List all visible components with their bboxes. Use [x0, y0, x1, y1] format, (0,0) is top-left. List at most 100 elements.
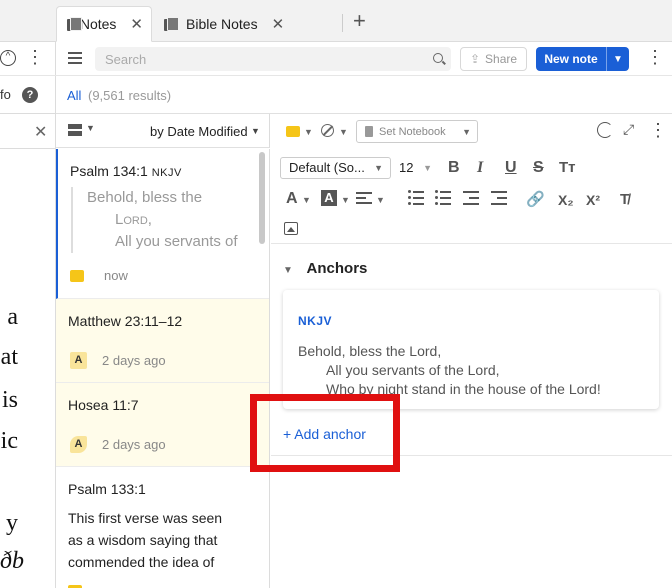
divider — [342, 14, 343, 32]
sticky-note-icon — [70, 270, 84, 282]
new-note-label: New note — [544, 52, 598, 66]
anchor-version[interactable]: NKJV — [298, 314, 332, 328]
bullet-list-icon[interactable] — [408, 190, 424, 205]
chevron-down-icon[interactable]: ▼ — [86, 123, 95, 133]
app-root: ^ ⋮ fo ? ✕ a at is ic y ðb Notes ✕ Bible… — [0, 0, 672, 588]
chevron-down-icon: ▼ — [374, 163, 383, 173]
reading-text-fragment: a — [7, 304, 18, 330]
tab-label: Notes — [79, 16, 117, 32]
notebook-label: Set Notebook — [379, 125, 446, 138]
body-line: as a wisdom saying that — [68, 532, 218, 548]
chevron-down-icon[interactable]: ▼ — [283, 265, 293, 276]
note-list-header: ▼ by Date Modified ▼ — [56, 114, 270, 148]
highlight-color-icon[interactable]: A — [321, 190, 337, 206]
subscript-icon[interactable]: X₂ — [558, 192, 574, 208]
note-editor: ▼ ▼ Set Notebook ▼ ⤢ ⋮ Default (So... ▼ … — [271, 114, 672, 588]
list-item[interactable]: Hosea 11:7 A 2 days ago — [56, 383, 269, 467]
reading-text-fragment: ðb — [0, 548, 24, 574]
anchor-line: Behold, bless the Lord, — [298, 343, 442, 359]
text-case-icon[interactable]: Tт — [559, 159, 576, 176]
close-icon[interactable]: ✕ — [34, 122, 47, 142]
font-family-select[interactable]: Default (So... ▼ — [280, 157, 391, 179]
chevron-down-icon[interactable]: ▼ — [376, 195, 385, 205]
italic-icon[interactable]: I — [477, 159, 483, 177]
notes-toolbar: ⇪ Share New note ▼ ⋮ — [56, 42, 672, 76]
divider — [0, 113, 56, 114]
tab-notes[interactable]: Notes ✕ — [56, 6, 152, 42]
notes-icon — [164, 17, 179, 31]
help-icon[interactable]: ? — [22, 87, 38, 103]
share-label: Share — [485, 52, 518, 66]
chevron-down-icon: ▼ — [462, 126, 471, 137]
bold-icon[interactable]: B — [448, 159, 460, 177]
note-title: Matthew 23:11–12 — [68, 313, 183, 329]
close-icon[interactable]: ✕ — [272, 15, 285, 33]
close-icon[interactable]: ✕ — [130, 15, 143, 33]
list-item[interactable]: Psalm 134:1 NKJV Behold, bless the Lord,… — [56, 149, 269, 299]
filter-all-link[interactable]: All — [67, 88, 81, 103]
search-icon[interactable] — [433, 53, 443, 63]
strikethrough-icon[interactable]: S — [533, 159, 544, 177]
more-options-icon[interactable]: ⋮ — [649, 121, 667, 139]
chevron-down-icon[interactable]: ▼ — [302, 195, 311, 205]
chevron-down-icon[interactable]: ▼ — [251, 126, 260, 136]
chevron-down-icon: ▼ — [423, 163, 432, 173]
outdent-icon[interactable] — [463, 191, 479, 205]
align-icon[interactable] — [356, 192, 372, 204]
scrollbar[interactable] — [259, 152, 265, 244]
superscript-icon[interactable]: X² — [586, 192, 600, 208]
anchors-title: Anchors — [306, 260, 368, 277]
font-family-value: Default (So... — [289, 160, 365, 175]
chevron-down-icon[interactable]: ▼ — [304, 127, 313, 137]
underline-icon[interactable]: U — [505, 159, 517, 177]
menu-icon[interactable] — [68, 52, 82, 64]
chevron-down-icon[interactable]: ▼ — [341, 195, 350, 205]
clear-format-icon[interactable]: T̸ — [620, 191, 629, 208]
search-input[interactable] — [105, 50, 425, 68]
list-item[interactable]: Matthew 23:11–12 A 2 days ago — [56, 299, 269, 383]
numbered-list-icon[interactable] — [435, 190, 451, 205]
chevron-up-icon[interactable]: ^ — [0, 50, 16, 66]
add-tab-icon[interactable]: + — [353, 9, 366, 33]
anchor-card[interactable]: NKJV Behold, bless the Lord, All you ser… — [283, 290, 659, 409]
note-version: NKJV — [151, 167, 182, 179]
sticky-color-icon[interactable] — [286, 126, 300, 137]
view-mode-icon[interactable] — [68, 124, 82, 136]
anchor-text: Behold, bless the Lord, All you servants… — [298, 342, 601, 399]
tab-strip: Notes ✕ Bible Notes ✕ + — [56, 0, 672, 42]
anchor-line: All you servants of the Lord, — [326, 362, 500, 378]
note-timestamp: 2 days ago — [102, 353, 166, 368]
chevron-down-icon[interactable]: ▼ — [339, 127, 348, 137]
left-pane-partial-label: fo — [0, 87, 11, 102]
list-item[interactable]: Psalm 133:1 This first verse was seen as… — [56, 467, 269, 588]
tab-bible-notes[interactable]: Bible Notes ✕ — [154, 6, 338, 42]
anchors-section-header[interactable]: ▼ Anchors — [283, 260, 367, 277]
highlight-badge: A — [70, 436, 87, 453]
more-options-icon[interactable]: ⋮ — [26, 48, 44, 66]
new-note-button[interactable]: New note ▼ — [536, 47, 629, 71]
editor-toolbar: ▼ ▼ Set Notebook ▼ ⤢ ⋮ — [271, 114, 672, 148]
quote-line: Lord, — [115, 211, 152, 228]
sort-dropdown[interactable]: by Date Modified — [150, 124, 248, 139]
expand-icon[interactable]: ⤢ — [623, 121, 634, 138]
results-count: (9,561 results) — [88, 88, 172, 103]
tab-label: Bible Notes — [186, 16, 258, 32]
note-body: This first verse was seen as a wisdom sa… — [68, 507, 238, 573]
image-icon[interactable] — [284, 222, 298, 235]
highlight-box — [250, 394, 400, 472]
search-box[interactable] — [95, 47, 451, 71]
sync-icon[interactable] — [597, 122, 613, 138]
note-list: Psalm 134:1 NKJV Behold, bless the Lord,… — [56, 149, 270, 588]
reading-text-fragment: ic — [0, 428, 18, 454]
divider — [0, 148, 56, 149]
set-notebook-dropdown[interactable]: Set Notebook ▼ — [356, 120, 478, 143]
body-line: commended the idea of — [68, 554, 215, 570]
font-size-select[interactable]: 12 ▼ — [399, 157, 432, 179]
no-style-icon[interactable] — [321, 124, 334, 137]
text-color-icon[interactable]: A — [286, 190, 298, 208]
more-options-icon[interactable]: ⋮ — [646, 48, 664, 66]
link-icon[interactable]: 🔗 — [526, 190, 545, 208]
chevron-down-icon[interactable]: ▼ — [607, 54, 629, 65]
share-button[interactable]: ⇪ Share — [460, 47, 527, 71]
indent-icon[interactable] — [491, 191, 507, 205]
